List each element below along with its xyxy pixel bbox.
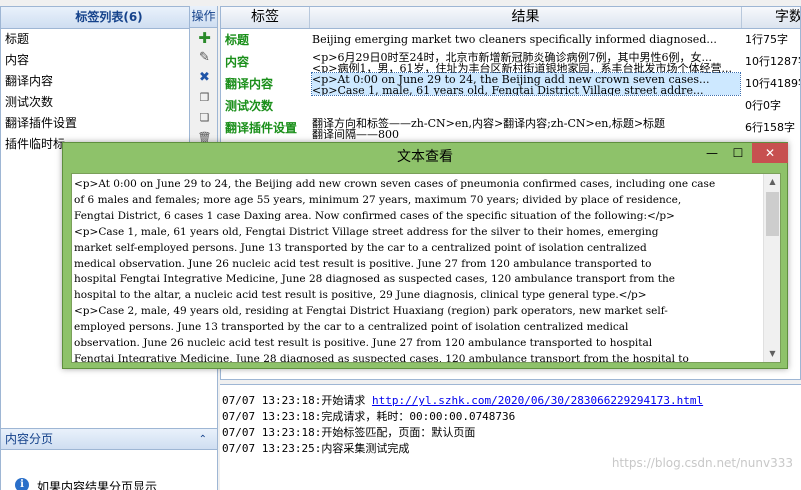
text-line: market self-employed persons. June 13 tr… [74,241,647,254]
row-result: 翻译方向和标签——zh-CN>en,内容>翻译内容;zh-CN>en,标题>标题… [312,117,740,139]
watermark: https://blog.csdn.net/nunv333 [611,456,793,470]
row-result-line: 翻译间隔——800 [312,128,399,139]
info-icon: i [15,478,29,490]
copy-icon[interactable]: ❐ [190,88,219,108]
maximize-icon[interactable]: ☐ [725,143,751,163]
table-row[interactable]: 标题 Beijing emerging market two cleaners … [221,29,800,51]
tag-item-translate-plugin-settings[interactable]: 翻译插件设置 [1,113,217,134]
close-icon[interactable]: ✕ [752,143,788,163]
text-line: <p>Case 2, male, 49 years old, residing … [74,305,668,318]
row-result: <p>At 0:00 on June 29 to 24, the Beijing… [311,72,741,96]
delete-icon[interactable]: ✖ [190,68,219,88]
tag-list-header: 标签列表(6) [1,7,217,29]
row-result: <p>6月29日0时至24时，北京市新增新冠肺炎确诊病例7例，其中男性6例，女.… [312,51,740,73]
row-result: Beijing emerging market two cleaners spe… [312,29,740,51]
tag-item-title[interactable]: 标题 [1,29,217,50]
row-result-line: <p>病例1，男，61岁，住址为丰台区新村街道银地家园，系丰台批发市场个体经营.… [312,62,732,73]
text-line: of 6 males and females; more age 55 year… [74,193,682,206]
row-result-line: Beijing emerging market two cleaners spe… [312,33,717,46]
text-view-dialog: 文本查看 — ☐ ✕ <p>At 0:00 on June 29 to 24, … [62,142,788,369]
vertical-scrollbar[interactable]: ▲ ▼ [763,174,780,362]
tag-item-test-count[interactable]: 测试次数 [1,92,217,113]
row-chars: 10行1287字 [745,55,800,68]
row-chars: 6行158字 [745,121,795,134]
table-header: 标签 结果 字数 [221,7,800,29]
row-chars: 10行4189字 [745,77,800,90]
row-tag: 测试次数 [225,99,274,113]
operation-header: 操作 [190,6,217,28]
row-tag: 翻译插件设置 [225,121,298,135]
text-line: hospital to the altar, a nucleic acid te… [74,289,647,302]
text-line: employed persons. June 13 transported by… [74,321,629,334]
add-icon[interactable]: ✚ [190,28,219,48]
table-row[interactable]: 翻译插件设置 翻译方向和标签——zh-CN>en,内容>翻译内容;zh-CN>e… [221,117,800,139]
chevron-up-icon[interactable]: ⌃ [199,429,207,450]
paging-section-title: 内容分页 [5,432,54,446]
row-chars: 1行75字 [745,33,788,46]
text-line: medical observation. June 26 nucleic aci… [74,257,652,270]
text-line: hospital Fengtai Integrative Medicine, J… [74,273,675,286]
dialog-text-content: <p>At 0:00 on June 29 to 24, the Beijing… [74,177,764,363]
text-line: observation. June 26 nucleic acid test r… [74,337,653,350]
log-line: 07/07 13:23:18:开始标签匹配，页面：默认页面 [222,426,476,439]
log-line: 07/07 13:23:18:开始请求 http://yl.szhk.com/2… [222,393,703,409]
log-line: 07/07 13:23:18:完成请求，耗时：00:00:00.0748736 [222,410,516,423]
row-tag: 翻译内容 [225,77,274,91]
column-header-tag[interactable]: 标签 [221,7,310,28]
tag-item-content[interactable]: 内容 [1,50,217,71]
dialog-titlebar[interactable]: 文本查看 — ☐ ✕ [63,143,788,171]
edit-icon[interactable]: ✎ [190,48,219,68]
column-header-result[interactable]: 结果 [310,7,742,28]
table-row[interactable]: 内容 <p>6月29日0时至24时，北京市新增新冠肺炎确诊病例7例，其中男性6例… [221,51,800,73]
dialog-text-area[interactable]: <p>At 0:00 on June 29 to 24, the Beijing… [71,173,781,363]
table-row[interactable]: 测试次数 0行0字 [221,95,800,117]
row-tag: 标题 [225,33,250,47]
paste-icon[interactable]: ❏ [190,108,219,128]
paging-section-header[interactable]: 内容分页 ⌃ [1,428,217,450]
tag-list: 标题 内容 翻译内容 测试次数 翻译插件设置 插件临时标 [1,29,217,155]
tag-item-translated-content[interactable]: 翻译内容 [1,71,217,92]
log-panel: 07/07 13:23:18:开始请求 http://yl.szhk.com/2… [220,384,801,490]
scrollbar-thumb[interactable] [766,192,779,236]
text-line: <p>At 0:00 on June 29 to 24, the Beijing… [74,178,716,190]
row-result [312,95,740,117]
minimize-icon[interactable]: — [699,143,725,163]
row-tag: 内容 [225,55,250,69]
row-result-line: <p>Case 1, male, 61 years old, Fengtai D… [312,84,704,95]
column-header-chars[interactable]: 字数 [742,7,800,28]
table-row-selected[interactable]: 翻译内容 <p>At 0:00 on June 29 to 24, the Be… [221,72,800,96]
log-text: 07/07 13:23:18:开始请求 [222,394,372,407]
text-line: Fengtai District, 6 cases 1 case Daxing … [74,209,675,222]
scroll-down-icon[interactable]: ▼ [764,346,780,362]
log-line: 07/07 13:23:25:内容采集测试完成 [222,442,410,455]
row-chars: 0行0字 [745,99,781,112]
text-line: Fengtai Integrative Medicine, June 28 di… [74,352,689,363]
log-url-link[interactable]: http://yl.szhk.com/2020/06/30/2830662292… [372,394,703,407]
dialog-title: 文本查看 [397,149,453,165]
paging-hint-text: 如果内容结果分页显示 [37,480,158,490]
text-line: <p>Case 1, male, 61 years old, Fengtai D… [74,225,659,238]
scroll-up-icon[interactable]: ▲ [764,174,780,190]
